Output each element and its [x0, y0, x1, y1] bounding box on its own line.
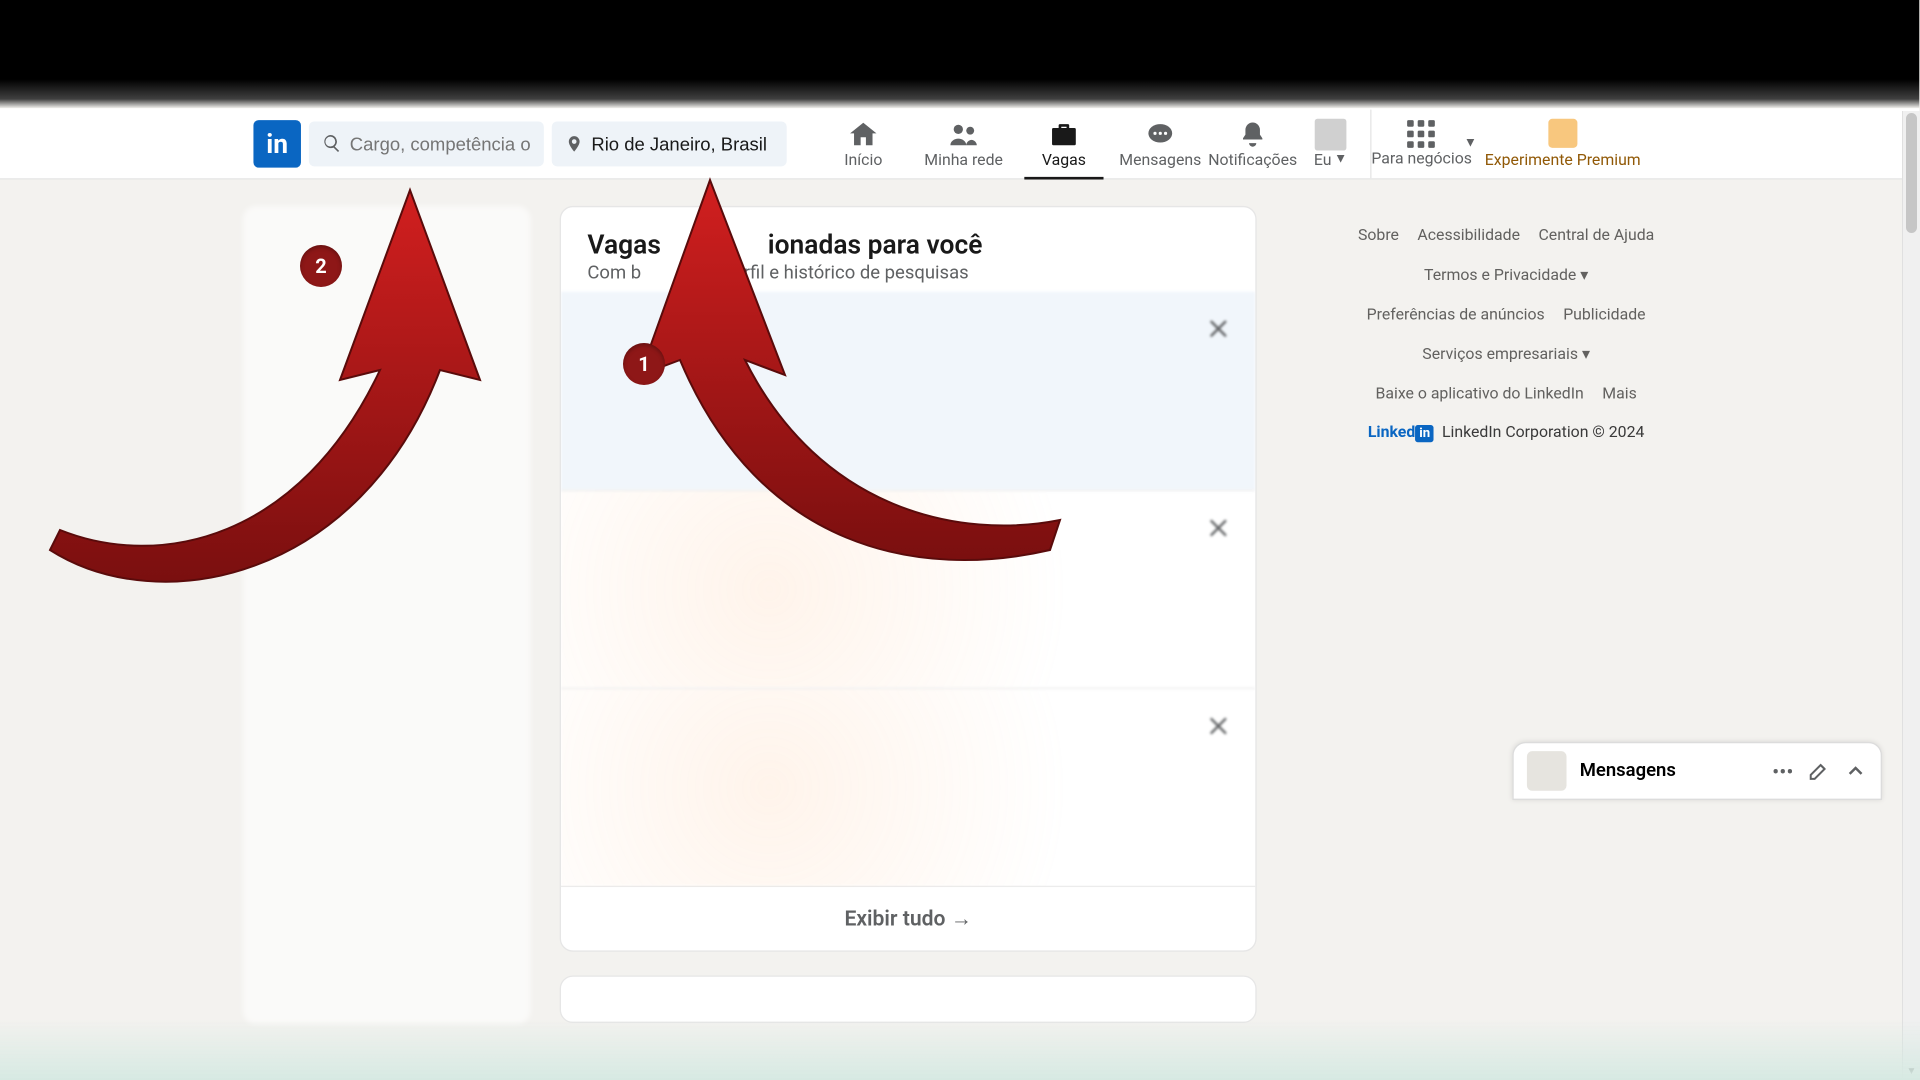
chat-icon — [1144, 118, 1176, 150]
nav-jobs[interactable]: Vagas — [1014, 109, 1114, 178]
search-input[interactable] — [350, 133, 531, 154]
briefcase-icon — [1048, 118, 1080, 150]
home-icon — [847, 118, 879, 150]
card-title: Vagasxxxxxxxxionadas para você — [587, 228, 1229, 260]
job-row[interactable] — [561, 490, 1255, 688]
footer-link-advertising[interactable]: Publicidade — [1563, 298, 1645, 330]
footer-link-about[interactable]: Sobre — [1358, 219, 1399, 251]
footer-column: Sobre Acessibilidade Central de Ajuda Te… — [1286, 206, 1682, 441]
page-body: Vagasxxxxxxxxionadas para você Com bxxxx… — [0, 180, 1919, 1025]
footer-brand: Linkedin LinkedIn Corporation © 2024 — [1344, 422, 1669, 440]
search-jobs-box[interactable] — [309, 121, 544, 166]
location-input[interactable] — [591, 133, 773, 154]
main-column: Vagasxxxxxxxxionadas para você Com bxxxx… — [560, 206, 1257, 1023]
footer-link-bizservices[interactable]: Serviços empresariais ▾ — [1422, 338, 1590, 370]
nav-label: Eu ▼ — [1314, 150, 1347, 168]
chevron-down-icon: ▼ — [1334, 152, 1347, 167]
browser-chrome-blackbar — [0, 0, 1919, 108]
nav-label: Para negócios — [1371, 150, 1472, 167]
close-icon — [1206, 516, 1230, 540]
close-icon — [1206, 317, 1230, 341]
nav-me[interactable]: Eu ▼ — [1299, 109, 1362, 178]
search-icon — [322, 133, 342, 153]
nav-label: Experimente Premium — [1485, 150, 1641, 168]
nav-business[interactable]: Para negócios — [1379, 109, 1463, 178]
nav-label: Notificações — [1208, 150, 1297, 168]
avatar-icon — [1315, 118, 1347, 150]
footer-link-more[interactable]: Mais — [1602, 378, 1636, 410]
nav-notifications[interactable]: Notificações — [1206, 109, 1298, 178]
left-sidebar — [243, 206, 531, 1024]
messaging-dock-title: Mensagens — [1580, 760, 1759, 781]
chevron-down-icon: ▾ — [1580, 265, 1588, 283]
linkedin-logo[interactable]: in — [253, 119, 301, 167]
nav-home[interactable]: Início — [813, 109, 913, 178]
card-subtitle: Com bxxxxxxxxxperfil e histórico de pesq… — [587, 263, 1229, 284]
footer-link-help[interactable]: Central de Ajuda — [1538, 219, 1654, 251]
dismiss-button[interactable] — [1200, 708, 1237, 745]
search-location-box[interactable] — [552, 121, 787, 166]
footer-links: Sobre Acessibilidade Central de Ajuda Te… — [1344, 219, 1669, 409]
nav-messaging[interactable]: Mensagens — [1114, 109, 1206, 178]
footer-copyright: LinkedIn Corporation © 2024 — [1442, 422, 1644, 440]
jobs-card: Vagasxxxxxxxxionadas para você Com bxxxx… — [560, 206, 1257, 952]
footer-link-adprefs[interactable]: Preferências de anúncios — [1367, 298, 1545, 330]
show-all-button[interactable]: Exibir tudo → — [561, 886, 1255, 951]
compose-icon[interactable] — [1807, 759, 1831, 783]
nav-label: Vagas — [1042, 150, 1086, 168]
nav-items: Início Minha rede Vagas Mensagens Notifi… — [813, 109, 1648, 178]
dismiss-button[interactable] — [1200, 310, 1237, 347]
scrollbar[interactable]: ▼ — [1902, 111, 1920, 1080]
job-list — [561, 292, 1255, 886]
job-row[interactable] — [561, 292, 1255, 490]
nav-label: Início — [844, 150, 882, 168]
premium-icon — [1548, 118, 1577, 147]
nav-premium[interactable]: Experimente Premium — [1477, 109, 1649, 178]
more-icon[interactable]: ••• — [1772, 758, 1793, 783]
nav-label: Mensagens — [1119, 150, 1201, 168]
messaging-dock[interactable]: Mensagens ••• — [1512, 742, 1882, 800]
bell-icon — [1238, 118, 1267, 150]
global-nav: in Início Minha rede Vagas Mensagens Not… — [0, 108, 1919, 179]
footer-link-privacy[interactable]: Termos e Privacidade ▾ — [1424, 259, 1588, 291]
close-icon — [1206, 714, 1230, 738]
avatar-icon — [1527, 751, 1567, 791]
decorative-glow — [0, 1020, 1920, 1080]
dismiss-button[interactable] — [1200, 510, 1237, 547]
footer-link-getapp[interactable]: Baixe o aplicativo do LinkedIn — [1375, 378, 1583, 410]
next-card — [560, 975, 1257, 1023]
scrollbar-thumb[interactable] — [1906, 113, 1917, 233]
nav-network[interactable]: Minha rede — [913, 109, 1013, 178]
nav-label: Minha rede — [924, 150, 1003, 168]
grid-icon — [1407, 120, 1436, 149]
location-pin-icon — [565, 133, 583, 154]
people-icon — [948, 118, 980, 150]
scrollbar-down-icon[interactable]: ▼ — [1903, 1062, 1920, 1080]
job-row[interactable] — [561, 688, 1255, 886]
chevron-up-icon[interactable] — [1844, 759, 1868, 783]
footer-link-accessibility[interactable]: Acessibilidade — [1417, 219, 1520, 251]
chevron-down-icon: ▾ — [1582, 345, 1590, 363]
